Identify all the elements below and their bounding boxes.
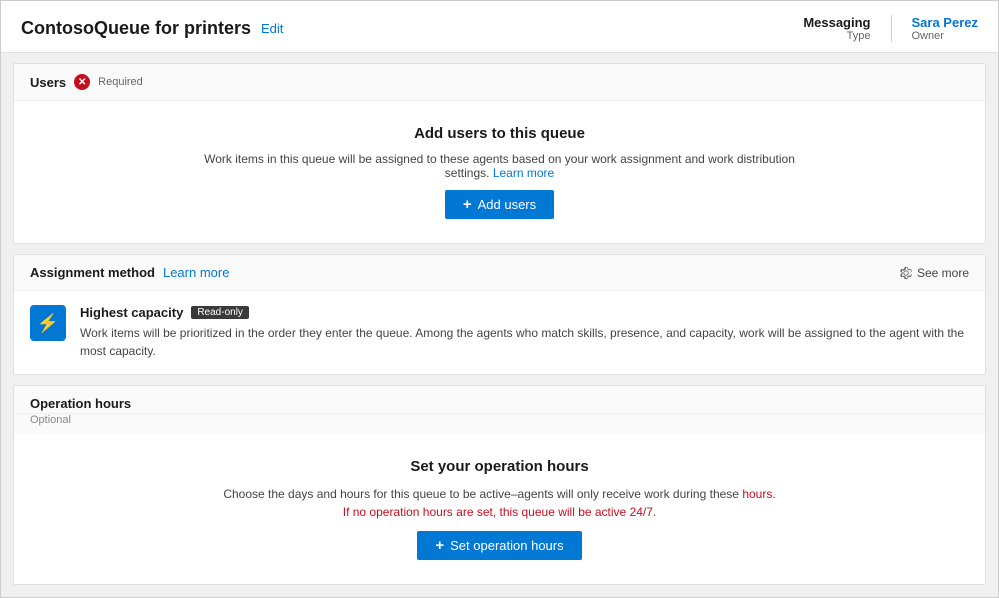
operation-body-desc: Choose the days and hours for this queue… <box>220 485 780 521</box>
owner-name: Sara Perez <box>912 15 979 30</box>
assignment-icon-box: ⚡ <box>30 305 66 341</box>
required-label: Required <box>98 76 143 88</box>
edit-link[interactable]: Edit <box>261 21 283 36</box>
gear-icon <box>899 266 913 280</box>
assignment-section: Assignment method Learn more See more ⚡ <box>13 254 986 375</box>
add-users-desc: Work items in this queue will be assigne… <box>200 152 800 180</box>
header-left: ContosoQueue for printers Edit <box>21 18 283 39</box>
add-users-plus-icon: + <box>463 197 472 212</box>
operation-section-title: Operation hours <box>30 396 131 411</box>
operation-section: Operation hours Optional Set your operat… <box>13 385 986 585</box>
page-wrapper: ContosoQueue for printers Edit Messaging… <box>0 0 999 598</box>
assignment-learn-more-link[interactable]: Learn more <box>163 265 229 280</box>
operation-optional-label: Optional <box>14 414 985 434</box>
users-section-header: Users ✕ Required <box>14 64 985 101</box>
required-icon: ✕ <box>74 74 90 90</box>
add-users-title: Add users to this queue <box>414 125 585 142</box>
users-section: Users ✕ Required Add users to this queue… <box>13 63 986 244</box>
assignment-header-left: Assignment method Learn more <box>30 265 229 280</box>
operation-section-header: Operation hours <box>14 386 985 414</box>
capacity-icon: ⚡ <box>37 313 59 334</box>
assignment-method-name: Highest capacity <box>80 305 183 320</box>
set-hours-plus-icon: + <box>435 538 444 553</box>
assignment-desc: Work items will be prioritized in the or… <box>80 324 969 360</box>
ops-desc-part1: Choose the days and hours for this queue… <box>223 487 739 501</box>
operation-body-title: Set your operation hours <box>410 458 588 475</box>
set-hours-button-label: Set operation hours <box>450 538 563 553</box>
assignment-body: ⚡ Highest capacity Read-only Work items … <box>14 291 985 374</box>
users-section-body: Add users to this queue Work items in th… <box>14 101 985 243</box>
assignment-section-header: Assignment method Learn more See more <box>14 255 985 291</box>
users-learn-more-link[interactable]: Learn more <box>493 166 554 180</box>
add-users-button[interactable]: + Add users <box>445 190 554 219</box>
main-content: Users ✕ Required Add users to this queue… <box>1 53 998 597</box>
meta-type-label: Type <box>847 30 871 42</box>
page-title: ContosoQueue for printers <box>21 18 251 39</box>
header-meta: Messaging Type <box>803 15 891 42</box>
assignment-title-row: Highest capacity Read-only <box>80 305 969 320</box>
users-section-title: Users <box>30 75 66 90</box>
header-right: Messaging Type Sara Perez Owner <box>803 15 978 42</box>
owner-label: Owner <box>912 30 944 42</box>
see-more-button[interactable]: See more <box>899 266 969 280</box>
header-owner: Sara Perez Owner <box>892 15 979 42</box>
assignment-info: Highest capacity Read-only Work items wi… <box>80 305 969 360</box>
add-users-button-label: Add users <box>478 197 537 212</box>
readonly-badge: Read-only <box>191 306 249 319</box>
meta-type-value: Messaging <box>803 15 870 30</box>
header: ContosoQueue for printers Edit Messaging… <box>1 1 998 53</box>
see-more-label: See more <box>917 266 969 280</box>
assignment-section-title: Assignment method <box>30 265 155 280</box>
operation-body: Set your operation hours Choose the days… <box>14 434 985 584</box>
set-operation-hours-button[interactable]: + Set operation hours <box>417 531 581 560</box>
